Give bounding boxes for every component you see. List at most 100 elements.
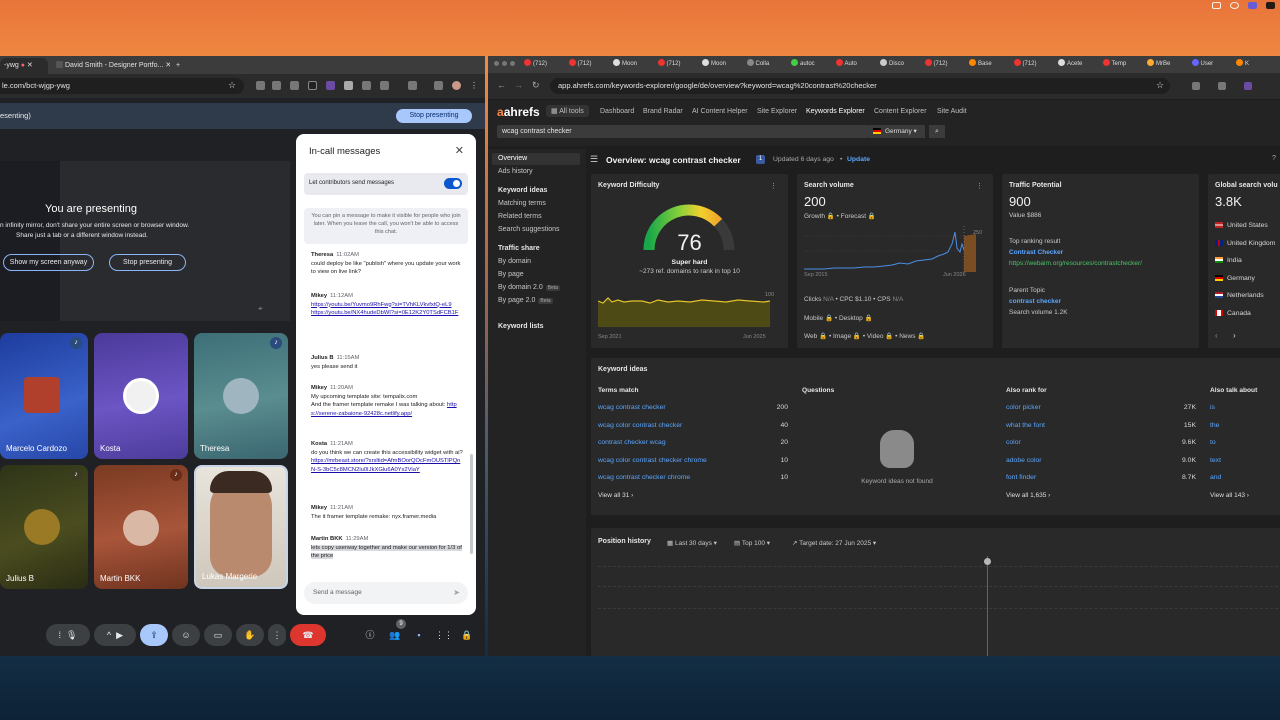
sidebar-related-terms[interactable]: Related terms — [498, 213, 542, 220]
people-icon[interactable]: 👥 — [388, 628, 402, 642]
keyword-row[interactable]: to — [1210, 439, 1280, 446]
target-date-select[interactable]: ↗ Target date: 27 Jun 2025 ▾ — [792, 539, 876, 547]
chevron-left-icon[interactable]: ‹ — [1215, 331, 1218, 340]
sidebar-by-domain[interactable]: By domain — [498, 258, 531, 265]
top-result-url[interactable]: https://webaim.org/resources/contrastche… — [1009, 260, 1142, 267]
keyword-row[interactable]: font finder 8.7K — [1006, 474, 1196, 481]
browser-tab[interactable]: K — [1236, 59, 1276, 70]
extension-icon[interactable] — [272, 81, 281, 90]
participant-tile[interactable]: ♪ Marcelo Cardozo — [0, 333, 88, 459]
star-icon[interactable]: ☆ — [228, 81, 237, 90]
sidebar-by-domain-2[interactable]: By domain 2.0 Beta — [498, 284, 561, 291]
stop-presenting-top-button[interactable]: Stop presenting — [396, 109, 472, 123]
extension-icon[interactable] — [326, 81, 335, 90]
extension-icon[interactable] — [290, 81, 299, 90]
search-button[interactable]: ⌕ — [929, 125, 945, 138]
browser-tab[interactable]: Base — [969, 59, 1009, 70]
browser-tab[interactable]: Acete — [1058, 59, 1098, 70]
raise-hand-button[interactable]: ✋ — [236, 624, 264, 646]
leave-call-button[interactable]: ☎ — [290, 624, 326, 646]
keyword-link[interactable]: color — [1006, 439, 1021, 446]
contributors-toggle[interactable] — [444, 178, 462, 189]
keyword-row[interactable]: and — [1210, 474, 1280, 481]
keyword-link[interactable]: adobe color — [1006, 457, 1042, 464]
target-date-marker[interactable] — [984, 558, 991, 565]
keyword-link[interactable]: font finder — [1006, 474, 1036, 481]
keyword-link[interactable]: wcag contrast checker — [598, 404, 666, 411]
profile-avatar[interactable] — [452, 81, 461, 90]
app-icon[interactable] — [1266, 2, 1275, 9]
reactions-button[interactable]: ☺ — [172, 624, 200, 646]
keyword-row[interactable]: color 9.6K — [1006, 439, 1196, 446]
card-menu-icon[interactable]: ⋮ — [770, 182, 777, 190]
activities-icon[interactable]: ⋮⋮ — [435, 628, 453, 642]
keyword-link[interactable]: contrast checker wcag — [598, 439, 666, 446]
extension-icon[interactable] — [380, 81, 389, 90]
url-field[interactable]: app.ahrefs.com/keywords-explorer/google/… — [550, 78, 1170, 94]
keyword-link[interactable]: and — [1210, 474, 1221, 481]
keyword-row[interactable]: adobe color 9.0K — [1006, 457, 1196, 464]
extension-icon[interactable] — [308, 81, 317, 90]
more-options-button[interactable]: ⋮ — [268, 624, 286, 646]
message-link[interactable]: https://youtu.be/Yuvmo9RhFwg?si=TVhKLVkv… — [311, 301, 463, 310]
keyword-link[interactable]: text — [1210, 457, 1221, 464]
sidebar-search-suggestions[interactable]: Search suggestions — [498, 226, 559, 233]
keyword-row[interactable]: wcag contrast checker 200 — [598, 404, 788, 411]
forward-icon[interactable]: → — [514, 80, 523, 90]
screen-share-icon[interactable] — [1248, 2, 1257, 9]
browser-tab[interactable]: Temp — [1102, 59, 1143, 70]
browser-tab[interactable]: Auto — [835, 59, 876, 70]
new-tab-button[interactable]: + — [172, 58, 184, 74]
browser-tab[interactable]: (712) — [657, 59, 698, 70]
send-icon[interactable]: ➤ — [453, 582, 460, 604]
keyword-row[interactable]: text — [1210, 457, 1280, 464]
browser-tab[interactable]: MrBe — [1147, 59, 1187, 70]
close-icon[interactable]: ✕ — [455, 144, 464, 157]
chevron-right-icon[interactable]: › — [1233, 331, 1236, 340]
keyword-row[interactable]: color picker 27K — [1006, 404, 1196, 411]
pin-icon[interactable]: ⌖ — [258, 304, 263, 314]
keyword-link[interactable]: wcag color contrast checker chrome — [598, 457, 707, 464]
participant-tile[interactable]: ♪ Martin BKK — [94, 465, 188, 589]
browser-tab[interactable]: Colla — [746, 59, 787, 70]
status-icon[interactable] — [1230, 2, 1239, 9]
message-link[interactable]: https://youtu.be/NX4hudeDbWI?si=0E12K2Y0… — [311, 309, 463, 318]
menu-kebab-icon[interactable]: ⋮ — [470, 81, 479, 90]
browser-tab[interactable]: (712) — [568, 59, 609, 70]
url-field[interactable]: le.com/bct-wjgp-ywg — [0, 78, 244, 94]
reload-icon[interactable]: ↻ — [532, 80, 540, 91]
keyword-row[interactable]: wcag contrast checker chrome 10 — [598, 474, 788, 481]
extension-icon[interactable] — [1244, 82, 1252, 90]
nav-site-audit[interactable]: Site Audit — [937, 108, 967, 115]
window-zoom-icon[interactable] — [510, 61, 515, 66]
tab-portfolio[interactable]: David Smith - Designer Portfo... ✕ — [52, 58, 170, 74]
sidebar-ads-history[interactable]: Ads history — [498, 168, 533, 175]
keyword-row[interactable]: wcag color contrast checker 40 — [598, 422, 788, 429]
screen-record-icon[interactable] — [1212, 2, 1221, 9]
send-message-input[interactable]: Send a message ➤ — [304, 582, 468, 604]
keyword-row[interactable]: contrast checker wcag 20 — [598, 439, 788, 446]
info-icon[interactable]: ⓘ — [363, 628, 377, 642]
nav-ai-content-helper[interactable]: AI Content Helper — [692, 108, 748, 115]
help-icon[interactable]: ? — [1272, 155, 1276, 162]
keyword-link[interactable]: color picker — [1006, 404, 1041, 411]
sidebar-matching-terms[interactable]: Matching terms — [498, 200, 546, 207]
keyword-link[interactable]: is — [1210, 404, 1215, 411]
camera-button[interactable]: ^ ▶ — [94, 624, 136, 646]
browser-tab[interactable]: Disco — [880, 59, 920, 70]
mic-button[interactable]: ⁞ 🎙 — [46, 624, 90, 646]
browser-tab[interactable]: Moon — [613, 59, 653, 70]
browser-tab[interactable]: (712) — [1013, 59, 1054, 70]
chat-scrollbar[interactable] — [470, 454, 473, 554]
participant-tile[interactable]: ♪ Julius B — [0, 465, 88, 589]
extension-icon[interactable] — [344, 81, 353, 90]
browser-tab[interactable]: User — [1191, 59, 1232, 70]
keyword-row[interactable]: the — [1210, 422, 1280, 429]
update-link[interactable]: Update — [847, 156, 870, 163]
view-all-rank[interactable]: View all 1,635 › — [1006, 492, 1050, 499]
sidebar-by-page-2[interactable]: By page 2.0 Beta — [498, 297, 553, 304]
nav-dashboard[interactable]: Dashboard — [600, 108, 634, 115]
browser-tab[interactable]: (712) — [524, 59, 564, 70]
extension-icon[interactable] — [408, 81, 417, 90]
chat-icon[interactable]: ▪ — [412, 628, 426, 642]
